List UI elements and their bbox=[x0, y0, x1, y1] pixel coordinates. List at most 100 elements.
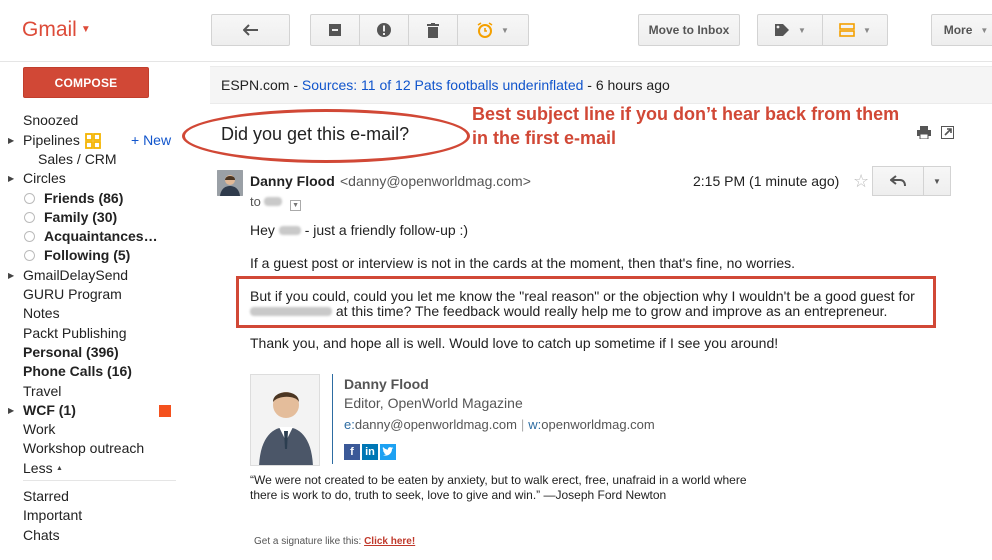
report-spam-button[interactable] bbox=[359, 14, 409, 46]
sidebar-item[interactable]: Sales / CRM bbox=[0, 150, 200, 169]
sidebar-item-label: Starred bbox=[23, 488, 69, 504]
signature-website-link[interactable]: openworldmag.com bbox=[541, 417, 654, 432]
sidebar-item[interactable]: Notes bbox=[0, 304, 200, 323]
email-signature: Danny Flood Editor, OpenWorld Magazine e… bbox=[250, 374, 750, 469]
sidebar-item[interactable]: Personal (396) bbox=[0, 343, 200, 362]
signature-name: Danny Flood bbox=[344, 376, 429, 392]
signature-promo-link[interactable]: Click here! bbox=[364, 536, 415, 547]
sidebar-item-label: Notes bbox=[23, 305, 60, 322]
circle-icon bbox=[24, 211, 35, 223]
folder-move-icon bbox=[839, 23, 855, 37]
signature-quote: “We were not created to be eaten by anxi… bbox=[250, 473, 747, 502]
sidebar-item[interactable]: Friends (86) bbox=[0, 189, 200, 208]
signature-title: Editor, OpenWorld Magazine bbox=[344, 395, 523, 411]
blurred-name bbox=[278, 226, 301, 235]
expand-arrow-icon[interactable]: ▶ bbox=[8, 401, 14, 420]
sidebar-item-label: Work bbox=[23, 421, 56, 438]
snooze-button[interactable]: ▼ bbox=[457, 14, 529, 46]
blurred-recipient bbox=[264, 197, 283, 206]
chevron-down-icon: ▼ bbox=[980, 25, 989, 35]
chevron-down-icon: ▼ bbox=[501, 25, 509, 35]
back-button[interactable] bbox=[211, 14, 290, 46]
sidebar-item[interactable]: Snoozed bbox=[0, 111, 200, 130]
facebook-icon[interactable]: f bbox=[344, 444, 360, 460]
delete-button[interactable] bbox=[408, 14, 458, 46]
signature-email-link[interactable]: danny@openworldmag.com bbox=[355, 417, 517, 432]
new-pipeline-link[interactable]: + New bbox=[131, 131, 171, 150]
sidebar-divider bbox=[23, 480, 176, 481]
sidebar-item[interactable]: Important bbox=[0, 506, 200, 525]
sidebar-item[interactable]: ▶ WCF (1) bbox=[0, 401, 200, 420]
signature-contact: e:danny@openworldmag.com | w:openworldmag.… bbox=[344, 417, 655, 432]
sidebar-item-label: Personal (396) bbox=[23, 343, 119, 360]
sidebar-item[interactable]: Starred bbox=[0, 487, 200, 506]
sidebar-item[interactable]: GURU Program bbox=[0, 285, 200, 304]
sidebar-item[interactable]: Work bbox=[0, 420, 200, 439]
expand-arrow-icon[interactable]: ▶ bbox=[8, 266, 14, 285]
pipelines-icon bbox=[85, 132, 101, 149]
sender-email: <danny@openworldmag.com> bbox=[340, 173, 531, 189]
move-to-inbox-button[interactable]: Move to Inbox bbox=[638, 14, 740, 46]
sidebar-item[interactable]: Family (30) bbox=[0, 208, 200, 227]
print-icon[interactable] bbox=[917, 126, 931, 139]
subject-actions bbox=[917, 126, 954, 139]
sidebar-item[interactable]: Checklist bbox=[0, 98, 200, 100]
gmail-logo[interactable]: Gmail ▼ bbox=[22, 18, 91, 42]
sender-name[interactable]: Danny Flood bbox=[250, 173, 335, 189]
sidebar-item[interactable]: ▶ Pipelines + New bbox=[0, 131, 200, 150]
sidebar-item-label: GmailDelaySend bbox=[23, 266, 129, 283]
sidebar-item-label: Important bbox=[23, 507, 83, 524]
web-clip-source: ESPN.com bbox=[221, 77, 290, 93]
archive-button[interactable] bbox=[310, 14, 360, 46]
sender-avatar[interactable] bbox=[217, 170, 243, 196]
sidebar-item[interactable]: Acquaintances… bbox=[0, 227, 200, 246]
label-button-group: ▼ ▼ bbox=[757, 14, 888, 46]
linkedin-icon[interactable]: in bbox=[362, 444, 378, 460]
greeting-line: Hey - just a friendly follow-up :) bbox=[250, 222, 469, 238]
sidebar-item-label: Chats bbox=[23, 526, 60, 543]
show-details-icon[interactable]: ▼ bbox=[290, 200, 302, 211]
sidebar-item-label: Packt Publishing bbox=[23, 324, 127, 341]
top-toolbar: Gmail ▼ ▼ Move to Inbox ▼ ▼ More ▼ bbox=[0, 0, 992, 62]
body-paragraph-1: If a guest post or interview is not in t… bbox=[250, 255, 796, 271]
reply-icon bbox=[890, 175, 906, 187]
expand-arrow-icon[interactable]: ▶ bbox=[8, 169, 14, 188]
social-links: f in bbox=[344, 444, 396, 460]
body-paragraph-2-line-1: But if you could, could you let me know … bbox=[250, 288, 915, 304]
sidebar-item[interactable]: ▶ Circles bbox=[0, 169, 200, 188]
label-color-badge bbox=[159, 404, 171, 417]
sidebar-item-label: Less bbox=[23, 459, 53, 476]
sidebar-item[interactable]: ▶ GmailDelaySend bbox=[0, 266, 200, 285]
reply-button-group: ▼ bbox=[872, 166, 951, 196]
chevron-down-icon: ▼ bbox=[80, 24, 91, 35]
more-reply-options-button[interactable]: ▼ bbox=[923, 166, 951, 196]
more-button[interactable]: More ▼ bbox=[931, 14, 992, 46]
labels-button[interactable]: ▼ bbox=[757, 14, 823, 46]
sidebar-item[interactable]: Packt Publishing bbox=[0, 324, 200, 343]
circle-icon bbox=[24, 192, 35, 204]
sidebar-item[interactable]: Chats bbox=[0, 526, 200, 545]
reply-button[interactable] bbox=[872, 166, 924, 196]
action-button-group: ▼ bbox=[310, 14, 529, 46]
email-timestamp: 2:15 PM (1 minute ago) bbox=[693, 173, 840, 189]
sidebar-item[interactable]: Workshop outreach bbox=[0, 439, 200, 458]
twitter-icon[interactable] bbox=[380, 444, 396, 460]
body-paragraph-3: Thank you, and hope all is well. Would l… bbox=[250, 335, 779, 351]
signature-divider bbox=[332, 374, 333, 464]
alarm-clock-icon bbox=[477, 22, 493, 38]
message-view: ESPN.com - Sources: 11 of 12 Pats footba… bbox=[182, 62, 992, 560]
web-clip-headline-link[interactable]: Sources: 11 of 12 Pats footballs underin… bbox=[302, 77, 583, 93]
body-paragraph-2-line-2: at this time? The feedback would really … bbox=[250, 303, 887, 319]
sidebar-item[interactable]: Phone Calls (16) bbox=[0, 362, 200, 381]
star-icon[interactable]: ☆ bbox=[853, 171, 869, 192]
collapse-arrow-icon: ▲ bbox=[56, 464, 63, 472]
expand-arrow-icon[interactable]: ▶ bbox=[8, 131, 14, 150]
sidebar-item-label: Phone Calls (16) bbox=[23, 363, 132, 380]
new-window-icon[interactable] bbox=[941, 126, 954, 139]
back-arrow-icon bbox=[242, 24, 258, 36]
sidebar-item[interactable]: Travel bbox=[0, 382, 200, 401]
move-to-button[interactable]: ▼ bbox=[822, 14, 888, 46]
compose-button[interactable]: COMPOSE bbox=[23, 67, 149, 98]
sidebar-item[interactable]: Following (5) bbox=[0, 246, 200, 265]
sidebar-item[interactable]: Less ▲ bbox=[0, 459, 200, 478]
